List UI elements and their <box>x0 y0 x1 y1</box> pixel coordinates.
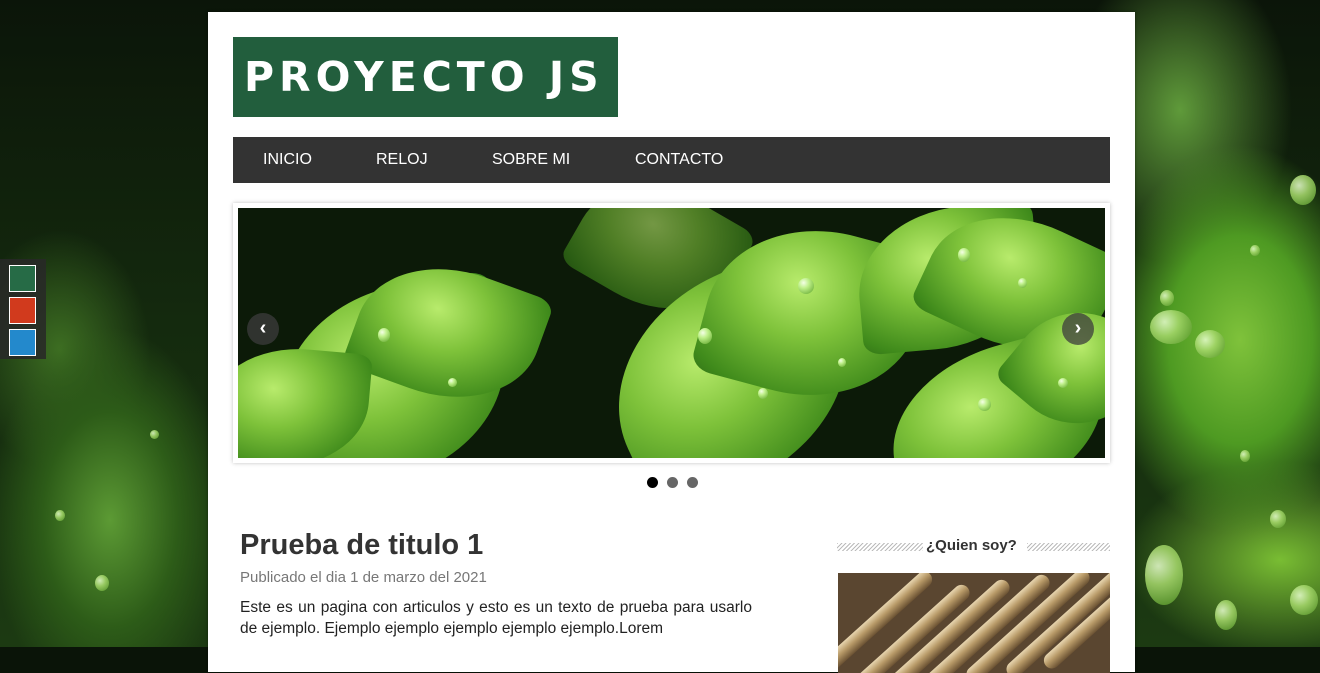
theme-swatch-red[interactable] <box>9 297 36 324</box>
menu-item-contacto[interactable]: CONTACTO <box>635 137 723 183</box>
sidebar-heading-label: ¿Quien soy? <box>923 537 1020 554</box>
slide-image <box>238 208 1105 458</box>
slider-dot-2[interactable] <box>667 477 678 488</box>
main-container: PROYECTO JS INICIO RELOJ SOBRE MI CONTAC… <box>208 12 1135 673</box>
theme-switcher <box>0 259 46 359</box>
article-title[interactable]: Prueba de titulo 1 <box>240 529 483 562</box>
theme-swatch-blue[interactable] <box>9 329 36 356</box>
main-menu: INICIO RELOJ SOBRE MI CONTACTO <box>233 137 1110 183</box>
chevron-left-icon: ‹ <box>259 317 267 339</box>
chevron-right-icon: › <box>1074 317 1082 339</box>
article-body: Este es un pagina con articulos y esto e… <box>240 599 752 637</box>
menu-item-inicio[interactable]: INICIO <box>263 137 312 183</box>
heading-stripes-left <box>837 543 923 551</box>
menu-item-sobre-mi[interactable]: SOBRE MI <box>492 137 570 183</box>
slider-next-button[interactable]: › <box>1062 313 1094 345</box>
slider-prev-button[interactable]: ‹ <box>247 313 279 345</box>
slider-dot-3[interactable] <box>687 477 698 488</box>
theme-swatch-green[interactable] <box>9 265 36 292</box>
slider-dot-1[interactable] <box>647 477 658 488</box>
menu-item-reloj[interactable]: RELOJ <box>376 137 428 183</box>
heading-stripes-right <box>1027 543 1110 551</box>
article-date: Publicado el dia 1 de marzo del 2021 <box>240 569 487 586</box>
site-logo[interactable]: PROYECTO JS <box>233 37 618 117</box>
sidebar-heading: ¿Quien soy? <box>837 537 1110 557</box>
image-slider: ‹ › <box>233 203 1110 463</box>
sidebar-image <box>838 573 1110 673</box>
